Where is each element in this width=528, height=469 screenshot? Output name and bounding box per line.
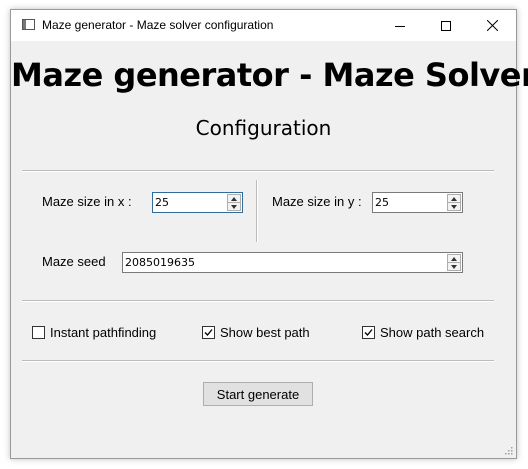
seed-label: Maze seed [42,254,106,269]
app-window: Maze generator - Maze solver configurati… [10,9,528,459]
checkbox-box[interactable] [362,326,375,339]
divider [22,300,494,302]
show-best-path-label: Show best path [220,325,310,340]
size-y-label: Maze size in y : [272,194,362,209]
divider [22,170,494,172]
seed-down-button[interactable] [448,263,460,270]
chevron-up-icon [451,196,457,201]
title-bar[interactable]: Maze generator - Maze solver configurati… [11,10,516,41]
seed-arrows [447,254,461,271]
chevron-up-icon [451,256,457,261]
chevron-down-icon [451,204,457,209]
size-x-arrows [227,194,241,211]
maximize-button[interactable] [423,10,469,41]
minimize-icon [395,25,405,27]
size-x-up-button[interactable] [228,195,240,203]
size-x-down-button[interactable] [228,203,240,210]
seed-spinbox[interactable]: 2085019635 [122,252,463,273]
show-path-search-label: Show path search [380,325,485,340]
size-x-label: Maze size in x : [42,194,132,209]
size-y-down-button[interactable] [448,203,460,210]
minimize-button[interactable] [377,10,423,41]
chevron-down-icon [231,204,237,209]
size-y-arrows [447,194,461,211]
chevron-up-icon [231,196,237,201]
chevron-down-icon [451,264,457,269]
seed-up-button[interactable] [448,255,460,263]
start-generate-button[interactable]: Start generate [203,382,313,406]
seed-value: 2085019635 [125,256,195,269]
close-icon [486,20,498,31]
instant-pathfinding-checkbox[interactable]: Instant pathfinding [32,325,156,340]
maximize-icon [441,20,451,31]
app-icon [22,19,35,30]
resize-grip-icon[interactable] [503,445,513,455]
divider [22,360,494,362]
page-title: Maze generator - Maze Solver [11,56,528,94]
size-y-up-button[interactable] [448,195,460,203]
instant-pathfinding-label: Instant pathfinding [50,325,157,340]
checkmark-icon [204,329,213,336]
page-subtitle: Configuration [195,116,332,140]
size-y-value: 25 [375,196,389,209]
checkbox-box[interactable] [32,326,45,339]
close-button[interactable] [469,10,515,41]
vertical-divider [256,180,258,242]
checkmark-icon [364,329,373,336]
checkbox-box[interactable] [202,326,215,339]
window-title: Maze generator - Maze solver configurati… [42,18,274,32]
size-y-spinbox[interactable]: 25 [372,192,463,213]
show-path-search-checkbox[interactable]: Show path search [362,325,484,340]
show-best-path-checkbox[interactable]: Show best path [202,325,310,340]
size-x-value: 25 [155,196,169,209]
size-x-spinbox[interactable]: 25 [152,192,243,213]
